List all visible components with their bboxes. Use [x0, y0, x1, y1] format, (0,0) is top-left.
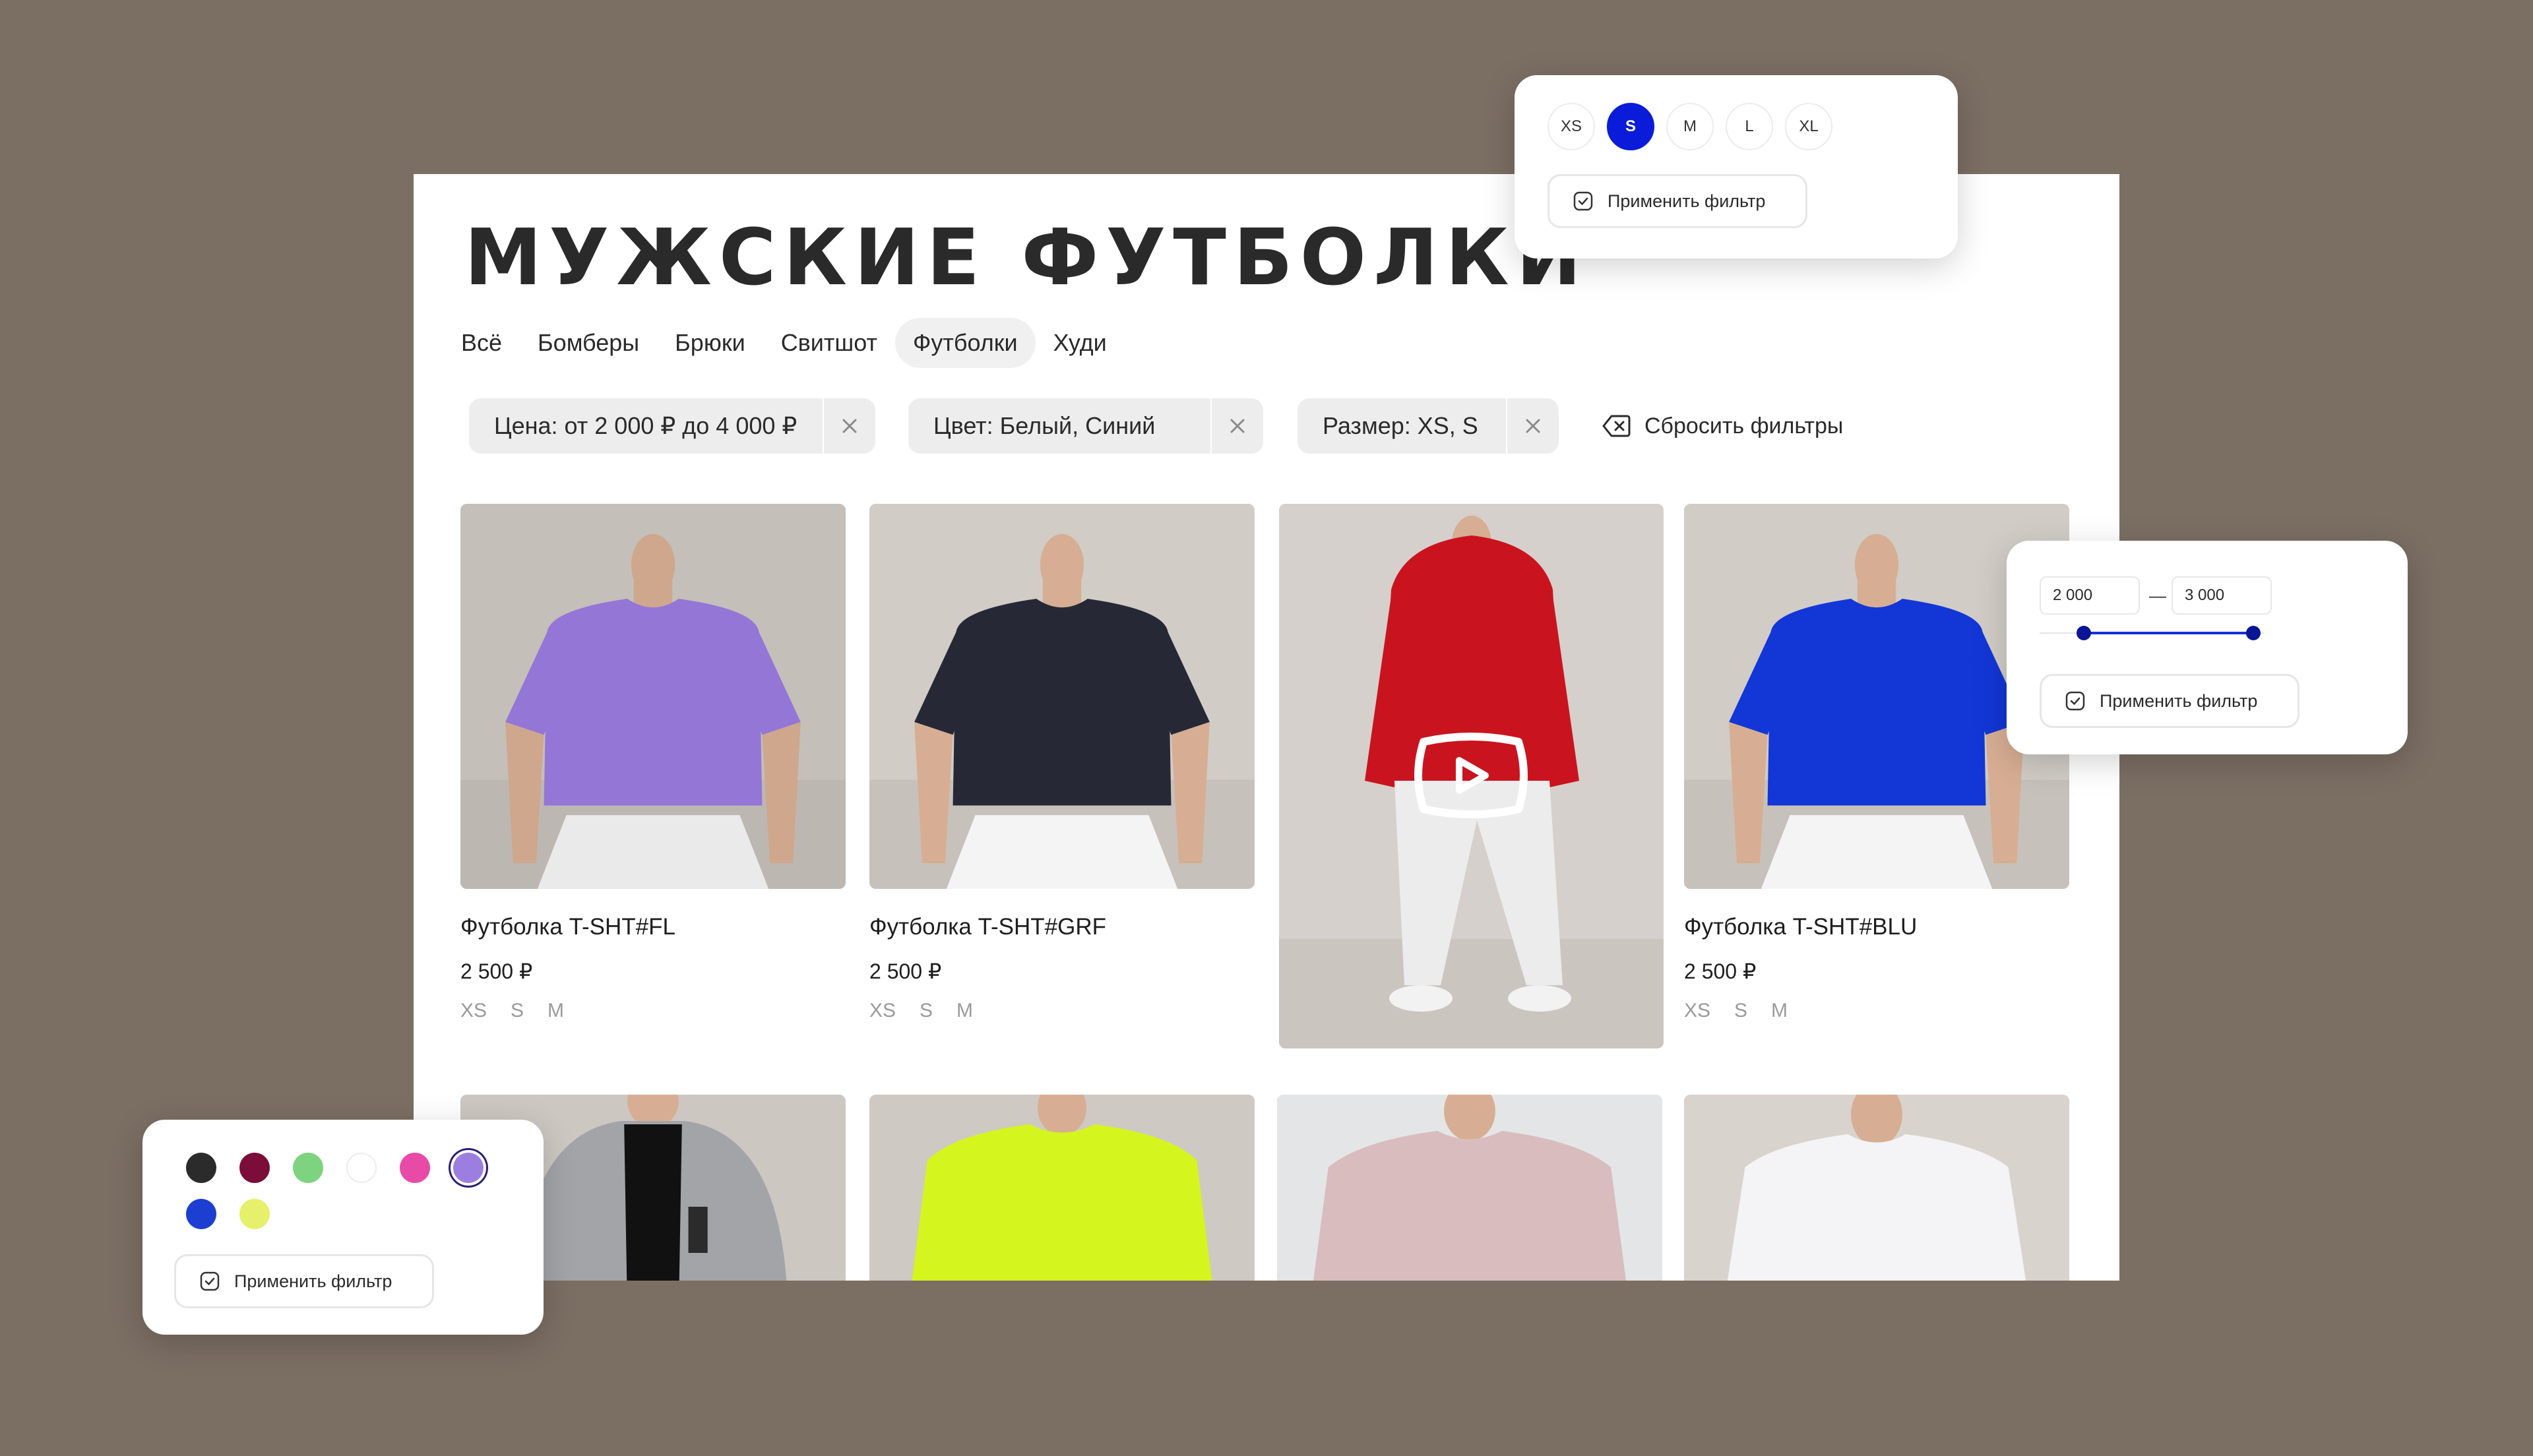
- catalog-page: МУЖСКИЕ ФУТБОЛКИ Всё Бомберы Брюки Свитш…: [414, 174, 2119, 1281]
- product-video[interactable]: [1279, 504, 1664, 1048]
- garment-shape: [1313, 1131, 1626, 1281]
- tab-trousers[interactable]: Брюки: [657, 318, 763, 368]
- product-name[interactable]: Футболка T-SHT#FL: [460, 914, 675, 940]
- slider-handle-min[interactable]: [2077, 626, 2091, 640]
- size-label: XS: [869, 1000, 896, 1021]
- page-title: МУЖСКИЕ ФУТБОЛКИ: [464, 212, 1589, 303]
- reset-filters-label: Сбросить фильтры: [1644, 413, 1844, 439]
- tshirt-model-image: [869, 1095, 1255, 1281]
- checkbox-icon: [1573, 191, 1593, 211]
- apply-filter-button[interactable]: Применить фильтр: [2040, 674, 2299, 728]
- tab-sweatshirt[interactable]: Свитшот: [763, 318, 895, 368]
- filter-chip-label: Цвет: Белый, Синий: [933, 412, 1156, 439]
- price-slider[interactable]: [2040, 620, 2264, 646]
- tshirt-model-image: [460, 504, 846, 889]
- size-option-xl[interactable]: XL: [1785, 103, 1832, 150]
- category-tabs: Всё Бомберы Брюки Свитшот Футболки Худи: [443, 318, 1125, 368]
- product-image[interactable]: [869, 504, 1255, 889]
- size-label: M: [547, 1000, 565, 1021]
- filter-chip-label: Цена: от 2 000 ₽ до 4 000 ₽: [494, 412, 797, 439]
- tshirt-model-image: [1684, 1095, 2069, 1281]
- size-option-xs[interactable]: XS: [1548, 103, 1595, 150]
- reset-filters-button[interactable]: Сбросить фильтры: [1602, 398, 1843, 454]
- color-swatch[interactable]: [400, 1153, 430, 1183]
- size-label: XS: [1684, 1000, 1711, 1021]
- remove-filter-button[interactable]: [1210, 398, 1263, 454]
- size-option-s[interactable]: S: [1607, 103, 1654, 150]
- product-sizes: XS S M: [460, 1000, 564, 1022]
- price-max-input[interactable]: 3 000: [2172, 576, 2272, 615]
- garment-shape: [1767, 599, 1986, 806]
- product-price: 2 500 ₽: [869, 959, 942, 983]
- color-swatches: [186, 1153, 503, 1232]
- product-image[interactable]: [1277, 1095, 1662, 1281]
- product-image[interactable]: [869, 1095, 1255, 1281]
- filter-chip-color: Цвет: Белый, Синий: [908, 398, 1263, 454]
- tab-hoodies[interactable]: Худи: [1036, 318, 1125, 368]
- apply-filter-button[interactable]: Применить фильтр: [174, 1254, 434, 1308]
- color-swatch[interactable]: [293, 1153, 323, 1183]
- price-filter-popup: 2 000 — 3 000 Применить фильтр: [2007, 541, 2408, 754]
- sweatshirt-model-image: [1277, 1095, 1662, 1281]
- product-price: 2 500 ₽: [460, 959, 533, 983]
- checkbox-icon: [200, 1271, 220, 1291]
- garment-shape: [912, 1124, 1212, 1281]
- slider-range: [2084, 632, 2253, 634]
- apply-filter-label: Применить фильтр: [2100, 690, 2258, 711]
- color-swatch[interactable]: [239, 1153, 270, 1183]
- apply-filter-button[interactable]: Применить фильтр: [1548, 174, 1807, 228]
- price-min-input[interactable]: 2 000: [2040, 576, 2140, 615]
- clear-filter-icon: [1602, 415, 1631, 437]
- tab-all[interactable]: Всё: [443, 318, 520, 368]
- size-label: S: [1734, 1000, 1748, 1021]
- size-label: M: [956, 1000, 974, 1021]
- color-swatch[interactable]: [186, 1153, 216, 1183]
- size-option-l[interactable]: L: [1726, 103, 1773, 150]
- size-option-m[interactable]: M: [1666, 103, 1714, 150]
- filter-chip-size: Размер: XS, S: [1298, 398, 1559, 454]
- close-icon: [1230, 419, 1245, 433]
- product-image[interactable]: [460, 504, 846, 889]
- video-play-icon[interactable]: [1412, 733, 1530, 818]
- color-swatch[interactable]: [346, 1153, 377, 1183]
- color-swatch[interactable]: [453, 1153, 484, 1183]
- product-sizes: XS S M: [1684, 1000, 1788, 1022]
- size-label: S: [511, 1000, 524, 1021]
- garment-shape: [1727, 1134, 2026, 1281]
- product-image[interactable]: [1684, 1095, 2069, 1281]
- close-icon: [842, 419, 857, 433]
- checkbox-icon: [2065, 691, 2085, 711]
- size-label: XS: [460, 1000, 487, 1021]
- color-swatch[interactable]: [186, 1199, 216, 1229]
- close-icon: [1526, 419, 1540, 433]
- tab-bombers[interactable]: Бомберы: [520, 318, 657, 368]
- color-filter-popup: Применить фильтр: [142, 1120, 544, 1335]
- apply-filter-label: Применить фильтр: [234, 1271, 392, 1291]
- product-sizes: XS S M: [869, 1000, 973, 1022]
- remove-filter-button[interactable]: [1506, 398, 1559, 454]
- size-filter-popup: XS S M L XL Применить фильтр: [1515, 75, 1958, 258]
- filter-chip-label: Размер: XS, S: [1323, 412, 1478, 439]
- size-options: XS S M L XL: [1548, 103, 1943, 150]
- range-separator: —: [2149, 586, 2166, 605]
- filter-chip-price: Цена: от 2 000 ₽ до 4 000 ₽: [469, 398, 875, 454]
- color-swatch[interactable]: [239, 1199, 270, 1229]
- apply-filter-label: Применить фильтр: [1608, 191, 1766, 211]
- product-name[interactable]: Футболка T-SHT#GRF: [869, 914, 1106, 940]
- product-name[interactable]: Футболка T-SHT#BLU: [1684, 914, 1917, 940]
- product-price: 2 500 ₽: [1684, 959, 1757, 983]
- remove-filter-button[interactable]: [823, 398, 875, 454]
- tshirt-model-image: [869, 504, 1255, 889]
- slider-handle-max[interactable]: [2246, 626, 2261, 640]
- garment-shape: [953, 599, 1172, 806]
- size-label: M: [1771, 1000, 1788, 1021]
- tab-tshirts[interactable]: Футболки: [895, 318, 1036, 368]
- price-range-inputs: 2 000 — 3 000: [2040, 576, 2383, 615]
- size-label: S: [920, 1000, 933, 1021]
- active-filters: Цена: от 2 000 ₽ до 4 000 ₽ Цвет: Белый,…: [469, 398, 2006, 454]
